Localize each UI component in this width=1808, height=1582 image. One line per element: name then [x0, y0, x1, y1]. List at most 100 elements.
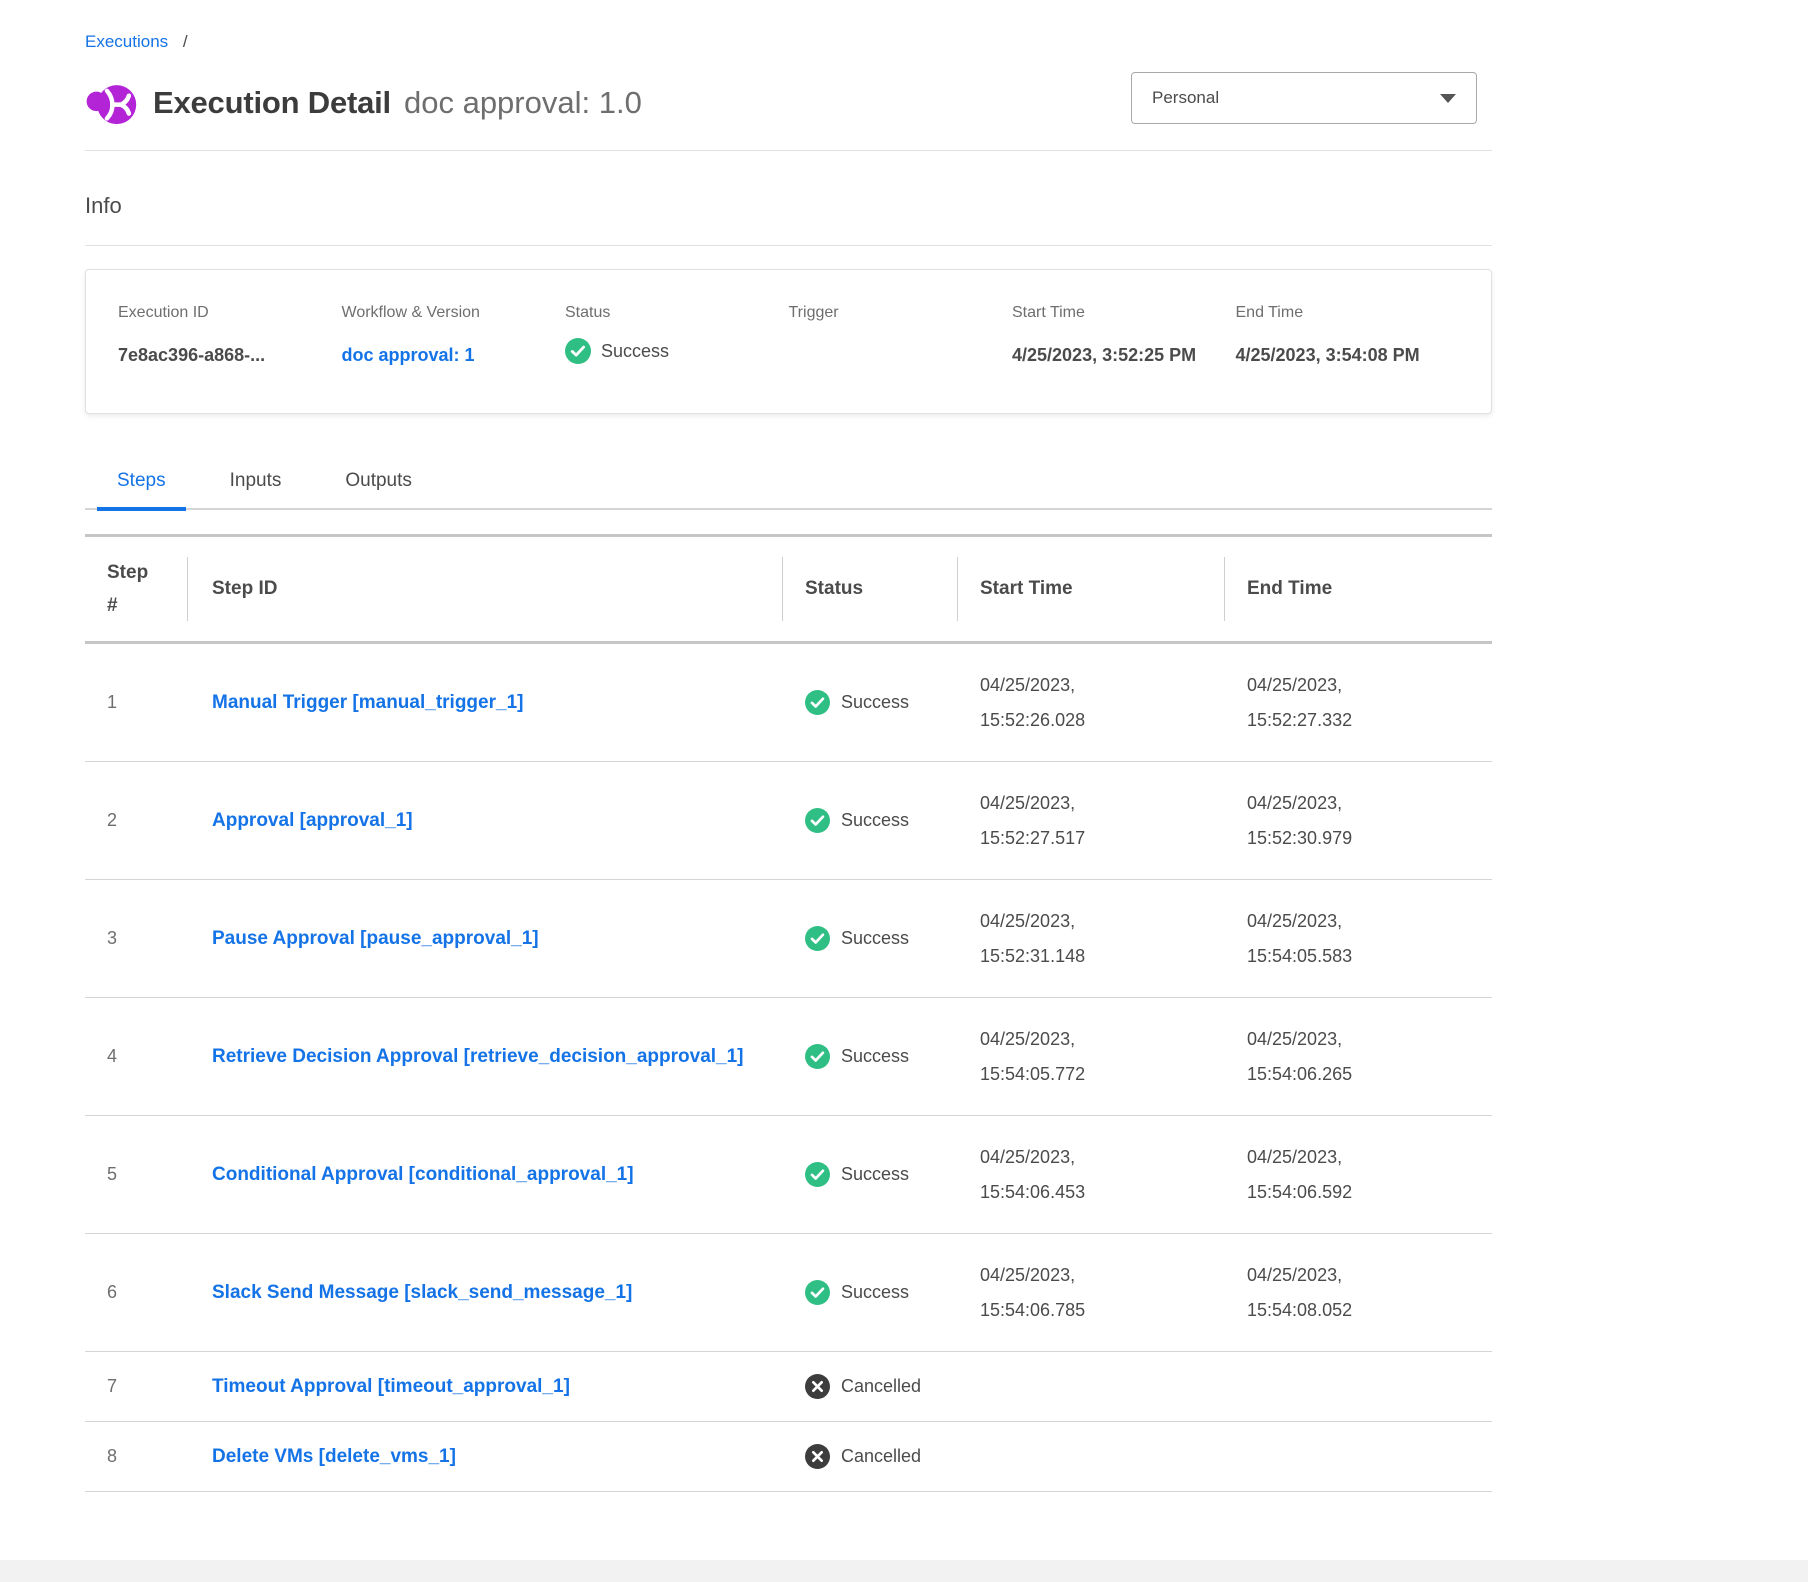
- success-icon: [805, 1044, 830, 1069]
- info-field-workflow-version: Workflow & Version doc approval: 1: [342, 304, 566, 375]
- tab-outputs[interactable]: Outputs: [325, 470, 432, 508]
- end-date: 04/25/2023,: [1247, 1258, 1492, 1293]
- table-row: 5Conditional Approval [conditional_appro…: [85, 1116, 1492, 1234]
- step-id-cell: Retrieve Decision Approval [retrieve_dec…: [188, 1040, 783, 1074]
- status-label: Success: [841, 1282, 909, 1303]
- table-row: 3 Pause Approval [pause_approval_1] Succes…: [85, 880, 1492, 998]
- status-cell: Success: [783, 1044, 958, 1069]
- success-icon: [805, 926, 830, 951]
- table-row: 8Delete VMs [delete_vms_1]Cancelled: [85, 1422, 1492, 1492]
- cancelled-icon: [805, 1444, 830, 1469]
- title-divider: [85, 150, 1492, 151]
- info-field-end-time: End Time 4/25/2023, 3:54:08 PM: [1236, 304, 1460, 375]
- step-id-link[interactable]: Slack Send Message [slack_send_message_1…: [212, 1276, 662, 1310]
- page-bottom-strip: [0, 1560, 1808, 1582]
- info-divider: [85, 245, 1492, 246]
- breadcrumb: Executions /: [85, 30, 1492, 54]
- status-cell: Success: [783, 808, 958, 833]
- column-header-status: Status: [783, 537, 958, 641]
- end-date: 04/25/2023,: [1247, 668, 1492, 703]
- status-label: Success: [841, 692, 909, 713]
- info-label: End Time: [1236, 304, 1448, 322]
- end-date: 04/25/2023,: [1247, 904, 1492, 939]
- status-cell: Success: [783, 1162, 958, 1187]
- end-time: 15:52:30.979: [1247, 821, 1492, 856]
- info-field-status: Status Success: [565, 304, 789, 375]
- step-id-cell: Timeout Approval [timeout_approval_1]: [188, 1370, 783, 1404]
- step-id-cell: Slack Send Message [slack_send_message_1…: [188, 1276, 783, 1310]
- end-time-cell: 04/25/2023,15:54:06.592: [1225, 1140, 1492, 1210]
- info-label: Workflow & Version: [342, 304, 554, 322]
- status-label: Success: [841, 810, 909, 831]
- workflow-version-link[interactable]: doc approval: 1: [342, 338, 475, 372]
- column-header-step-number: Step #: [85, 537, 188, 641]
- info-heading: Info: [85, 193, 1492, 219]
- cancelled-icon: [805, 1374, 830, 1399]
- step-id-link[interactable]: Timeout Approval [timeout_approval_1]: [212, 1370, 600, 1404]
- column-header-step-id: Step ID: [188, 537, 783, 641]
- execution-status: Success: [565, 338, 777, 364]
- breadcrumb-executions-link[interactable]: Executions: [85, 32, 168, 51]
- steps-table-header: Step # Step ID Status Start Time End Tim…: [85, 534, 1492, 644]
- start-date: 04/25/2023,: [980, 1022, 1225, 1057]
- end-date: 04/25/2023,: [1247, 786, 1492, 821]
- table-row: 4Retrieve Decision Approval [retrieve_de…: [85, 998, 1492, 1116]
- execution-info-card: Execution ID 7e8ac396-a868-... Workflow …: [85, 269, 1492, 414]
- start-time: 15:52:31.148: [980, 939, 1225, 974]
- start-time: 15:52:26.028: [980, 703, 1225, 738]
- title-row: Execution Detail doc approval: 1.0 Perso…: [85, 76, 1492, 130]
- column-header-start-time: Start Time: [958, 537, 1225, 641]
- success-icon: [805, 1280, 830, 1305]
- info-field-execution-id: Execution ID 7e8ac396-a868-...: [118, 304, 342, 375]
- tab-steps[interactable]: Steps: [97, 470, 186, 508]
- step-id-link[interactable]: Pause Approval [pause_approval_1]: [212, 922, 569, 956]
- step-number: 3: [85, 928, 188, 949]
- info-label: Start Time: [1012, 304, 1224, 322]
- end-time: 15:54:06.265: [1247, 1057, 1492, 1092]
- status-label: Success: [841, 1046, 909, 1067]
- end-time-cell: 04/25/2023,15:54:06.265: [1225, 1022, 1492, 1092]
- start-time-cell: 04/25/2023,15:54:05.772: [958, 1022, 1225, 1092]
- start-time: 15:54:06.453: [980, 1175, 1225, 1210]
- success-icon: [805, 1162, 830, 1187]
- status-label: Success: [841, 928, 909, 949]
- tab-inputs[interactable]: Inputs: [210, 470, 302, 508]
- end-time: 15:54:06.592: [1247, 1175, 1492, 1210]
- start-time: 15:54:06.785: [980, 1293, 1225, 1328]
- step-id-cell: Manual Trigger [manual_trigger_1]: [188, 686, 783, 720]
- start-time: 15:52:27.517: [980, 821, 1225, 856]
- end-time: 15:54:05.583: [1247, 939, 1492, 974]
- step-id-link[interactable]: Retrieve Decision Approval [retrieve_dec…: [212, 1040, 774, 1074]
- end-time-cell: 04/25/2023,15:52:30.979: [1225, 786, 1492, 856]
- end-date: 04/25/2023,: [1247, 1022, 1492, 1057]
- breadcrumb-separator: /: [183, 32, 188, 51]
- step-number: 7: [85, 1376, 188, 1397]
- step-id-link[interactable]: Manual Trigger [manual_trigger_1]: [212, 686, 553, 720]
- execution-id-value: 7e8ac396-a868-...: [118, 338, 303, 372]
- info-label: Trigger: [789, 304, 1001, 322]
- chevron-down-icon: [1440, 94, 1456, 103]
- status-cell: Success: [783, 1280, 958, 1305]
- main-content: Executions / Execution Detail doc approv…: [85, 0, 1492, 1492]
- table-row: 2Approval [approval_1]Success04/25/2023,…: [85, 762, 1492, 880]
- start-time-cell: 04/25/2023,15:54:06.785: [958, 1258, 1225, 1328]
- end-time-cell: 04/25/2023,15:54:08.052: [1225, 1258, 1492, 1328]
- start-time: 15:54:05.772: [980, 1057, 1225, 1092]
- step-id-link[interactable]: Conditional Approval [conditional_approv…: [212, 1158, 664, 1192]
- start-time-cell: 04/25/2023,15:52:27.517: [958, 786, 1225, 856]
- status-cell: Success: [783, 690, 958, 715]
- steps-table: Step # Step ID Status Start Time End Tim…: [85, 534, 1492, 1492]
- end-time: 15:54:08.052: [1247, 1293, 1492, 1328]
- workspace-selector[interactable]: Personal: [1131, 72, 1477, 124]
- success-icon: [565, 338, 591, 364]
- workflow-brand-icon: [85, 77, 137, 129]
- start-date: 04/25/2023,: [980, 904, 1225, 939]
- step-id-link[interactable]: Delete VMs [delete_vms_1]: [212, 1440, 486, 1474]
- end-time: 15:52:27.332: [1247, 703, 1492, 738]
- step-id-link[interactable]: Approval [approval_1]: [212, 804, 443, 838]
- info-label: Execution ID: [118, 304, 330, 322]
- success-icon: [805, 808, 830, 833]
- info-field-trigger: Trigger: [789, 304, 1013, 375]
- start-date: 04/25/2023,: [980, 668, 1225, 703]
- start-date: 04/25/2023,: [980, 1258, 1225, 1293]
